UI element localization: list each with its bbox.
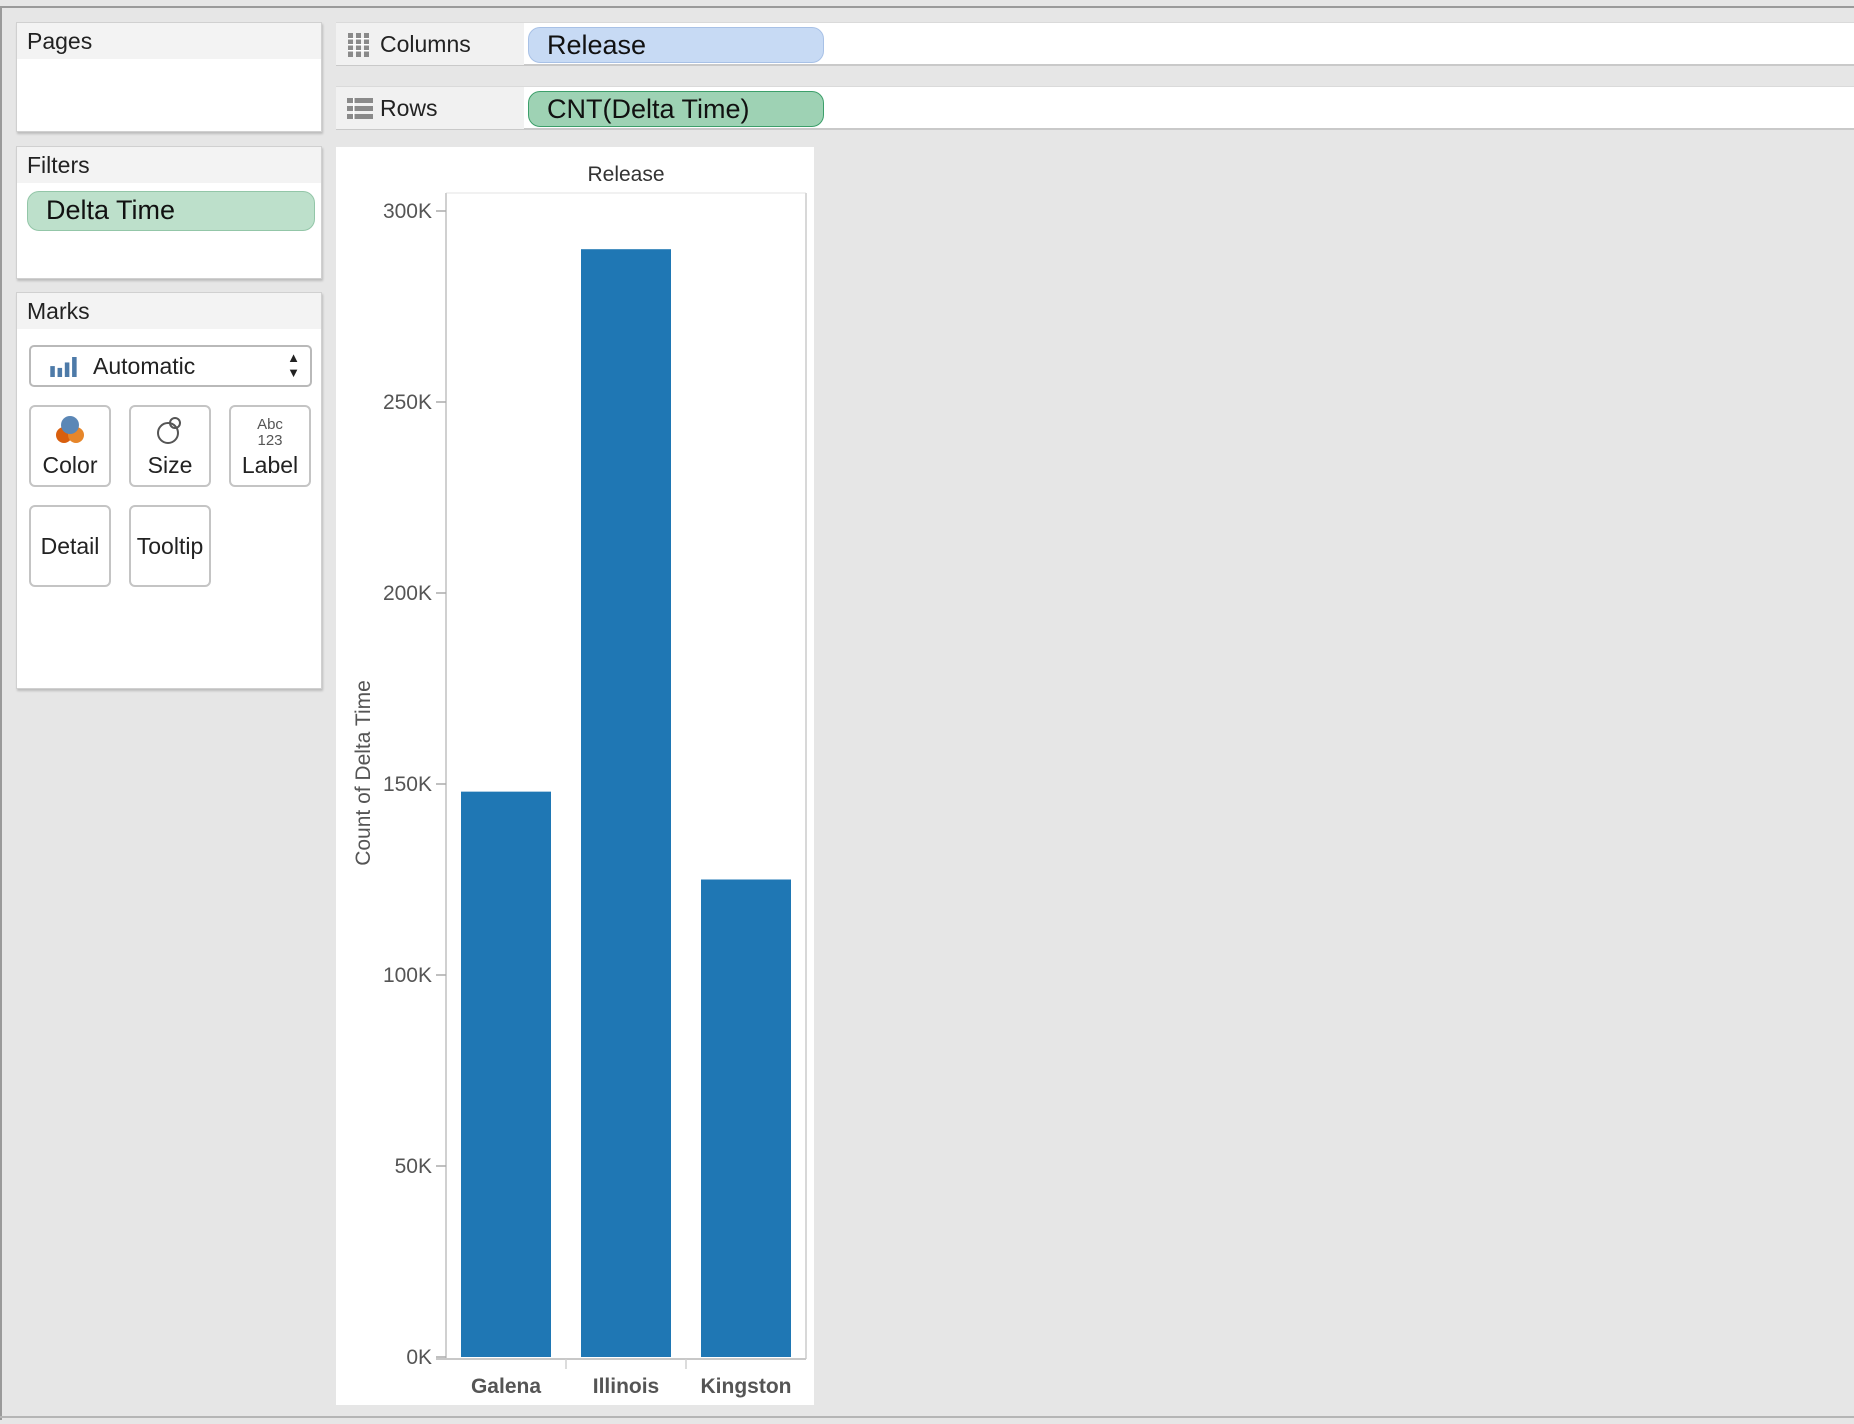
plot-area: 0K 50K 100K 150K 200K 250K 300K Galena Illinois K… [383, 192, 807, 1398]
columns-icon [348, 33, 369, 57]
y-tick-label: 200K [383, 582, 432, 605]
bar-chart-icon [50, 357, 77, 377]
y-tick-label: 0K [406, 1346, 432, 1369]
color-button-label: Color [42, 452, 98, 478]
rows-icon [347, 98, 373, 119]
columns-shelf-header: Columns [336, 23, 524, 65]
pages-card[interactable]: Pages [16, 22, 322, 132]
chart-pane[interactable]: Release Count of Delta Time 0K 50K 100K 150… [336, 147, 814, 1405]
marks-card[interactable]: Marks Automatic ▲ ▼ Color Size Abc 123 La [16, 292, 322, 689]
bar-chart[interactable]: Release Count of Delta Time 0K 50K 100K 150… [336, 147, 814, 1405]
filter-pill-delta-time[interactable]: Delta Time [27, 191, 315, 231]
columns-shelf-label: Columns [380, 31, 471, 57]
pages-card-title: Pages [17, 23, 321, 59]
detail-button[interactable]: Detail [29, 505, 111, 587]
size-button[interactable]: Size [129, 405, 211, 487]
label-button[interactable]: Abc 123 Label [229, 405, 311, 487]
size-icon [157, 417, 181, 444]
y-tick-label: 50K [395, 1155, 432, 1178]
label-button-label: Label [241, 452, 299, 478]
mark-type-select[interactable]: Automatic ▲ ▼ [29, 345, 312, 387]
filters-card-title: Filters [17, 147, 321, 183]
rows-pill-cnt-delta-time[interactable]: CNT(Delta Time) [528, 91, 824, 127]
color-icon [56, 416, 84, 443]
window-top-border [0, 6, 1854, 8]
detail-button-label: Detail [40, 533, 100, 559]
y-tick-label: 100K [383, 964, 432, 987]
label-icon-abc: Abc [257, 416, 283, 433]
columns-pill-release[interactable]: Release [528, 27, 824, 63]
tooltip-button[interactable]: Tooltip [129, 505, 211, 587]
rows-shelf-header: Rows [336, 87, 524, 129]
chart-title: Release [587, 163, 664, 186]
x-tick-label: Illinois [593, 1375, 660, 1398]
marks-card-title: Marks [17, 293, 321, 329]
bar-kingston[interactable] [701, 879, 791, 1358]
color-button[interactable]: Color [29, 405, 111, 487]
label-icon-123: 123 [257, 432, 282, 449]
y-tick-label: 150K [383, 773, 432, 796]
x-tick-label: Galena [471, 1375, 541, 1398]
updown-arrows-icon: ▲ ▼ [287, 350, 300, 380]
columns-shelf[interactable]: Columns Release [336, 22, 1854, 66]
mark-type-value: Automatic [93, 353, 196, 379]
bar-illinois[interactable] [581, 249, 671, 1358]
rows-shelf[interactable]: Rows CNT(Delta Time) [336, 86, 1854, 130]
rows-shelf-label: Rows [380, 95, 438, 121]
x-tick-label: Kingston [701, 1375, 792, 1398]
y-tick-label: 250K [383, 391, 432, 414]
label-icon: Abc 123 [257, 416, 283, 449]
y-axis-label: Count of Delta Time [352, 680, 375, 866]
filters-card[interactable]: Filters Delta Time [16, 146, 322, 279]
window-bottom-border [0, 1416, 1854, 1418]
window-left-border [0, 6, 2, 1420]
bar-galena[interactable] [461, 791, 551, 1357]
size-button-label: Size [147, 452, 193, 478]
tooltip-button-label: Tooltip [136, 533, 204, 559]
y-tick-label: 300K [383, 200, 432, 223]
